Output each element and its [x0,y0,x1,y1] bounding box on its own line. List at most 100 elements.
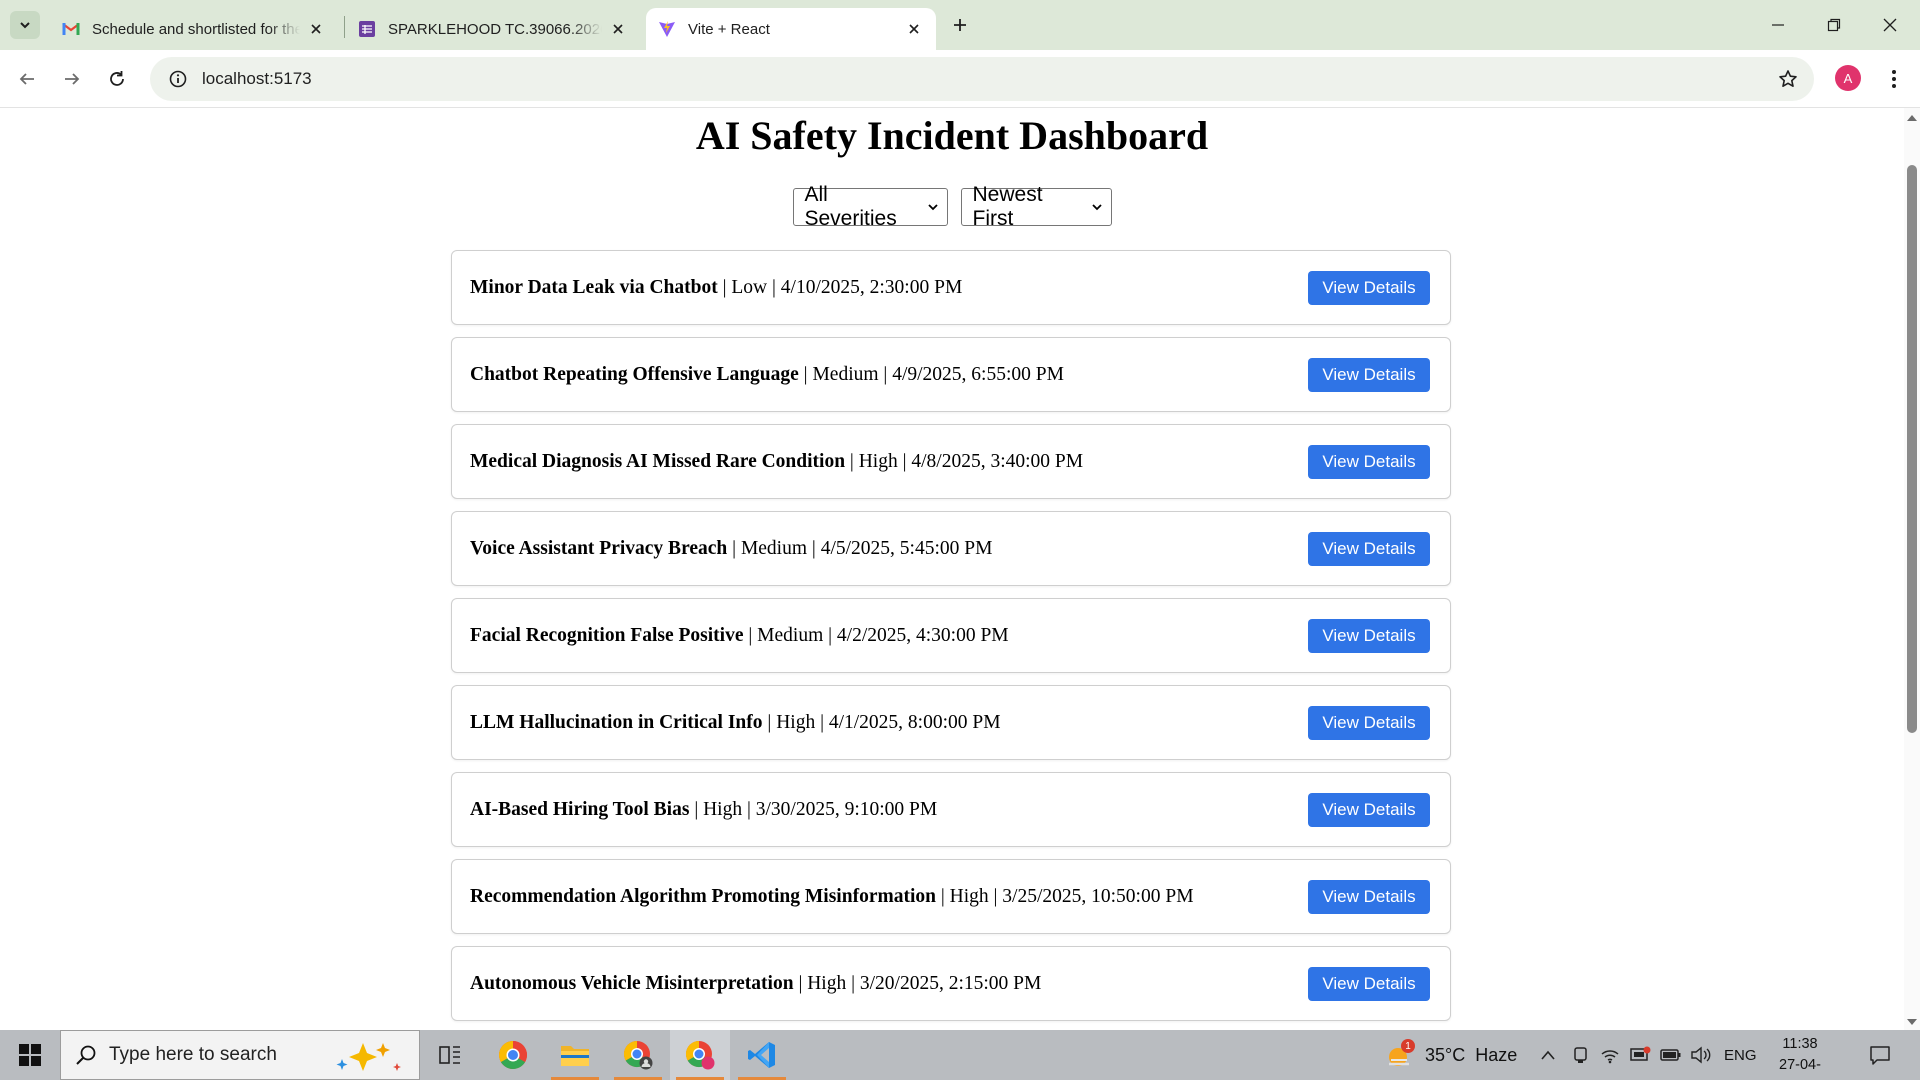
incident-severity: High [776,711,816,733]
reload-icon [110,71,124,86]
page-viewport: AI Safety Incident Dashboard All Severit… [0,108,1904,1030]
view-details-button[interactable]: View Details [1308,967,1430,1001]
view-details-button[interactable]: View Details [1308,358,1430,392]
incident-title: Medical Diagnosis AI Missed Rare Conditi… [470,450,846,472]
restore-button[interactable] [1806,0,1862,50]
sort-order-value: Newest First [972,183,1043,230]
weather-widget[interactable]: 1 35°C Haze [1385,1030,1517,1080]
page-scrollbar[interactable] [1904,108,1920,1030]
taskbar-chrome-profile-1[interactable] [608,1030,668,1080]
incident-card: Medical Diagnosis AI Missed Rare Conditi… [451,424,1451,499]
incident-title: LLM Hallucination in Critical Info [470,711,763,733]
taskbar-search[interactable]: Type here to search [60,1030,420,1080]
tab-strip: Schedule and shortlisted for the SPARKLE… [0,0,1920,50]
incident-severity: Medium [757,624,824,646]
address-bar[interactable]: localhost:5173 [150,57,1814,101]
tab-vite-react[interactable]: Vite + React [646,8,936,50]
view-details-button[interactable]: View Details [1308,619,1430,653]
incident-card: LLM Hallucination in Critical Info | Hig… [451,685,1451,760]
network-icon[interactable] [1629,1030,1651,1080]
incident-date: 4/1/2025, 8:00:00 PM [828,711,1001,733]
weather-badge: 1 [1401,1039,1415,1053]
profile-avatar[interactable]: A [1835,65,1861,91]
chevron-down-icon [927,201,939,213]
tab-search-button[interactable] [10,11,40,39]
battery-icon[interactable] [1660,1030,1682,1080]
incident-date: 4/2/2025, 4:30:00 PM [836,624,1009,646]
view-details-button[interactable]: View Details [1308,532,1430,566]
incident-summary: Chatbot Repeating Offensive Language | M… [470,363,1064,385]
view-details-button[interactable]: View Details [1308,271,1430,305]
task-view-button[interactable] [420,1030,480,1080]
taskbar-file-explorer[interactable] [545,1030,605,1080]
incident-card: Facial Recognition False Positive | Medi… [451,598,1451,673]
taskbar-chrome[interactable] [483,1030,543,1080]
incident-list: Minor Data Leak via Chatbot | Low | 4/10… [451,250,1451,1030]
restore-icon [1827,18,1841,32]
severity-filter-select[interactable]: All Severities [792,183,948,230]
tab-gmail[interactable]: Schedule and shortlisted for the [50,8,338,50]
incident-card: Voice Assistant Privacy Breach | Medium … [451,511,1451,586]
notifications-button[interactable] [1850,1030,1910,1080]
close-window-button[interactable] [1862,0,1918,50]
incident-title: Autonomous Vehicle Misinterpretation [470,972,794,994]
taskbar-chrome-profile-2[interactable] [670,1030,730,1080]
weather-sun-icon: 1 [1385,1039,1415,1068]
vite-icon [658,20,676,38]
close-icon[interactable] [904,19,924,39]
minimize-button[interactable] [1750,0,1806,50]
incident-summary: Recommendation Algorithm Promoting Misin… [470,885,1194,907]
view-details-button[interactable]: View Details [1308,793,1430,827]
incident-card: Autonomous Vehicle Misinterpretation | H… [451,946,1451,1021]
sort-order-select[interactable]: Newest First [960,183,1112,230]
sparkle-icon [333,1039,407,1078]
browser-toolbar: localhost:5173 A [0,50,1920,108]
wifi-icon[interactable] [1600,1030,1620,1080]
notification-icon [1870,1046,1890,1065]
new-tab-button[interactable] [945,11,975,39]
incident-date: 3/30/2025, 9:10:00 PM [755,798,938,820]
view-details-button[interactable]: View Details [1308,706,1430,740]
meet-now-icon[interactable] [1572,1030,1590,1080]
back-button[interactable] [11,63,43,95]
site-info-icon[interactable] [156,70,200,88]
tab-sparklehood[interactable]: SPARKLEHOOD TC.39066.2026. [346,8,640,50]
scrollbar-thumb[interactable] [1907,165,1917,733]
search-icon [75,1044,97,1066]
taskbar-vscode[interactable] [732,1030,792,1080]
incident-severity: Medium [740,537,808,559]
severity-filter-value: All Severities [804,183,897,230]
incident-title: Chatbot Repeating Offensive Language [470,363,799,385]
chevron-down-icon [20,22,30,29]
sheets-icon [358,20,376,38]
forward-button[interactable] [56,63,88,95]
taskbar-clock[interactable]: 11:38 27-04-2025 [1766,1034,1834,1080]
chrome-profile-icon [685,1040,715,1070]
scroll-up-icon [1907,115,1917,121]
url-text[interactable]: localhost:5173 [202,69,312,89]
arrow-left-icon [19,73,34,85]
browser-menu-button[interactable] [1879,63,1909,95]
gmail-icon [62,20,80,38]
arrow-right-icon [65,73,80,85]
incident-severity: High [703,798,743,820]
chevron-down-icon [1091,201,1103,213]
close-icon[interactable] [306,19,326,39]
scroll-down-icon [1907,1019,1917,1025]
windows-logo-icon [19,1044,41,1066]
page-title: AI Safety Incident Dashboard [695,113,1209,158]
view-details-button[interactable]: View Details [1308,880,1430,914]
incident-date: 4/5/2025, 5:45:00 PM [820,537,993,559]
view-details-button[interactable]: View Details [1308,445,1430,479]
close-icon[interactable] [608,19,628,39]
tab-separator [344,16,345,38]
volume-icon[interactable] [1690,1030,1712,1080]
incident-severity: High [858,450,898,472]
start-button[interactable] [0,1030,60,1080]
show-hidden-icons[interactable] [1540,1030,1556,1080]
bookmark-star-icon[interactable] [1776,67,1800,91]
language-indicator[interactable]: ENG [1724,1030,1757,1080]
incident-summary: Autonomous Vehicle Misinterpretation | H… [470,972,1042,994]
incident-date: 3/25/2025, 10:50:00 PM [1002,885,1194,907]
reload-button[interactable] [101,63,133,95]
